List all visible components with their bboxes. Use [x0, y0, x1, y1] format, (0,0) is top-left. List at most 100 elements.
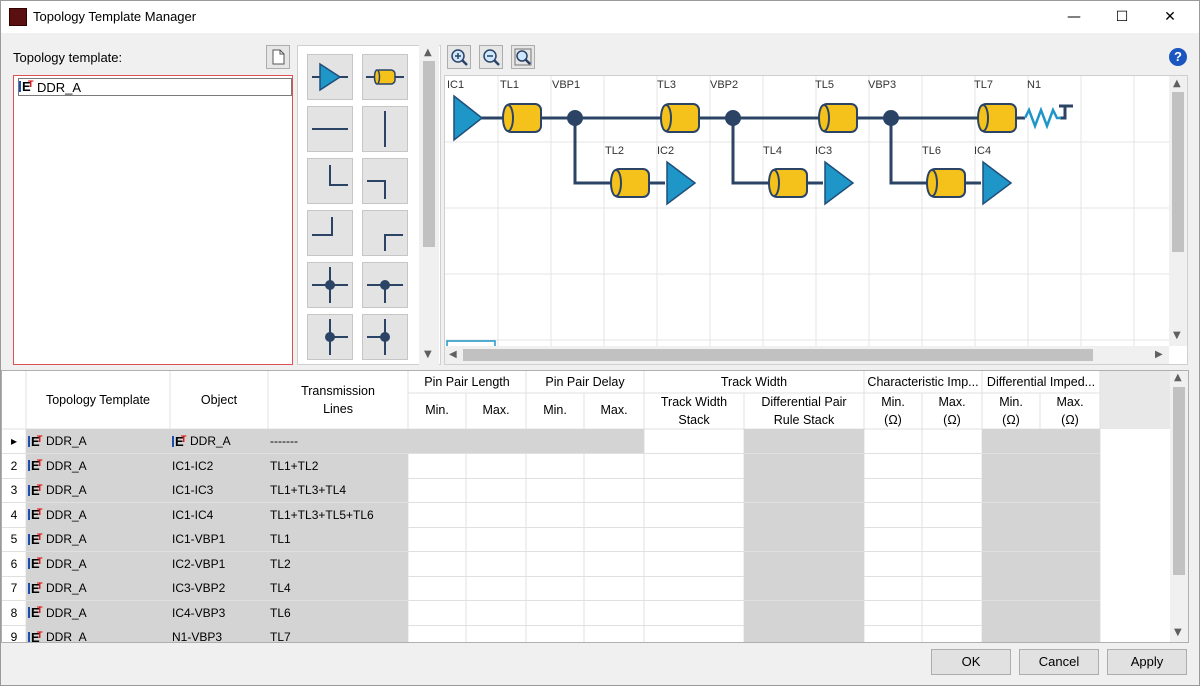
cell-topology-template[interactable]: E T DDR_A: [26, 478, 170, 502]
cell-transmission-lines[interactable]: TL7: [268, 625, 408, 642]
cell-transmission-lines[interactable]: TL6: [268, 600, 408, 625]
cell-object[interactable]: IC3-VBP2: [170, 576, 268, 600]
col-object[interactable]: Object: [170, 371, 268, 429]
new-template-button[interactable]: [266, 45, 290, 69]
palette-scroll-thumb[interactable]: [423, 61, 435, 247]
palette-scrollbar[interactable]: ▲ ▼: [419, 45, 439, 365]
close-button[interactable]: ✕: [1147, 1, 1193, 33]
maximize-button[interactable]: ☐: [1099, 1, 1145, 33]
cell-differential-impedance[interactable]: [982, 576, 1100, 600]
cell-diff-pair-rule-stack[interactable]: [744, 502, 864, 527]
row-number: 5: [2, 527, 26, 551]
cell-diff-pair-rule-stack[interactable]: [744, 576, 864, 600]
zoom-in-button[interactable]: [447, 45, 471, 69]
cell-differential-impedance[interactable]: [982, 625, 1100, 642]
cell-object[interactable]: IC4-VBP3: [170, 600, 268, 625]
cell-object[interactable]: IC2-VBP1: [170, 551, 268, 576]
col-ppl-max[interactable]: Max.: [466, 397, 526, 423]
zoom-fit-button[interactable]: [511, 45, 535, 69]
cell-differential-impedance[interactable]: [982, 453, 1100, 478]
cell-diff-pair-rule-stack[interactable]: [744, 478, 864, 502]
cell-transmission-lines[interactable]: TL1+TL2: [268, 453, 408, 478]
palette-tee-left-junction[interactable]: [362, 314, 408, 360]
col-pin-pair-length[interactable]: Pin Pair Length: [408, 371, 526, 393]
cell-differential-impedance[interactable]: [982, 600, 1100, 625]
cell-topology-template[interactable]: E T DDR_A: [26, 429, 170, 453]
cell-differential-impedance[interactable]: [982, 527, 1100, 551]
col-track-width[interactable]: Track Width: [644, 371, 864, 393]
cell-topology-template[interactable]: E T DDR_A: [26, 527, 170, 551]
col-ppd-max[interactable]: Max.: [584, 397, 644, 423]
cell-diff-pair-rule-stack[interactable]: [744, 551, 864, 576]
canvas-hscroll-thumb[interactable]: [463, 349, 1093, 361]
template-tree[interactable]: ET DDR_A: [13, 75, 293, 365]
col-differential-impedance[interactable]: Differential Imped...: [982, 371, 1100, 393]
col-di-max[interactable]: Max. (Ω): [1040, 393, 1100, 429]
palette-horizontal-line[interactable]: [307, 106, 353, 152]
col-di-min[interactable]: Min. (Ω): [982, 393, 1040, 429]
cell-object[interactable]: IC1-VBP1: [170, 527, 268, 551]
cancel-button[interactable]: Cancel: [1019, 649, 1099, 675]
cell-diff-pair-rule-stack[interactable]: [744, 527, 864, 551]
col-transmission-lines[interactable]: Transmission Lines: [268, 371, 408, 429]
palette-tee-down-junction[interactable]: [362, 262, 408, 308]
cell-transmission-lines[interactable]: TL1+TL3+TL4: [268, 478, 408, 502]
palette-corner-bottom-left[interactable]: [307, 158, 353, 204]
cell-transmission-lines[interactable]: TL4: [268, 576, 408, 600]
cell-object[interactable]: N1-VBP3: [170, 625, 268, 642]
cell-differential-impedance[interactable]: [982, 551, 1100, 576]
cell-topology-template[interactable]: E T DDR_A: [26, 576, 170, 600]
col-ci-max[interactable]: Max. (Ω): [922, 393, 982, 429]
cell-transmission-lines[interactable]: -------: [268, 429, 408, 453]
cell-object[interactable]: E T DDR_A: [170, 429, 268, 453]
palette-corner-top-left[interactable]: [307, 210, 353, 256]
cell-object[interactable]: IC1-IC3: [170, 478, 268, 502]
palette-vertical-line[interactable]: [362, 106, 408, 152]
cell-diff-pair-rule-stack[interactable]: [744, 453, 864, 478]
palette-ic-driver[interactable]: [307, 54, 353, 100]
palette-transmission-line[interactable]: [362, 54, 408, 100]
col-ppd-min[interactable]: Min.: [526, 397, 584, 423]
tree-item-ddr-a[interactable]: ET DDR_A: [18, 78, 292, 96]
cell-topology-template[interactable]: E T DDR_A: [26, 625, 170, 642]
col-ci-min[interactable]: Min. (Ω): [864, 393, 922, 429]
cell-topology-template[interactable]: E T DDR_A: [26, 453, 170, 478]
cell-transmission-lines[interactable]: TL1: [268, 527, 408, 551]
cell-diff-pair-rule-stack[interactable]: [744, 429, 864, 453]
grid-vscroll-thumb[interactable]: [1173, 387, 1185, 575]
col-characteristic-impedance[interactable]: Characteristic Imp...: [864, 371, 982, 393]
cell-differential-impedance[interactable]: [982, 502, 1100, 527]
col-pin-pair-delay[interactable]: Pin Pair Delay: [526, 371, 644, 393]
apply-button[interactable]: Apply: [1107, 649, 1187, 675]
col-diff-pair-rule-stack[interactable]: Differential Pair Rule Stack: [744, 393, 864, 429]
cell-object[interactable]: IC1-IC4: [170, 502, 268, 527]
cell-differential-impedance[interactable]: [982, 478, 1100, 502]
topology-canvas[interactable]: IC1 TL1 VBP1 TL3 VBP2 TL5 VBP3 TL7 N1 TL…: [444, 75, 1188, 365]
cell-topology-template[interactable]: E T DDR_A: [26, 502, 170, 527]
ok-button[interactable]: OK: [931, 649, 1011, 675]
zoom-out-button[interactable]: [479, 45, 503, 69]
col-track-width-stack[interactable]: Track Width Stack: [644, 393, 744, 429]
col-ppl-min[interactable]: Min.: [408, 397, 466, 423]
canvas-vertical-scrollbar[interactable]: ▲ ▼: [1169, 76, 1187, 346]
cell-pin-pair-values[interactable]: [408, 429, 644, 453]
cell-diff-pair-rule-stack[interactable]: [744, 600, 864, 625]
cell-topology-template[interactable]: E T DDR_A: [26, 551, 170, 576]
cell-differential-impedance[interactable]: [982, 429, 1100, 453]
cell-transmission-lines[interactable]: TL1+TL3+TL5+TL6: [268, 502, 408, 527]
col-topology-template[interactable]: Topology Template: [26, 371, 170, 429]
canvas-vscroll-thumb[interactable]: [1172, 92, 1184, 252]
palette-tee-junction[interactable]: [307, 262, 353, 308]
canvas-horizontal-scrollbar[interactable]: ◀ ▶: [445, 346, 1169, 364]
label-tl4: TL4: [763, 145, 782, 157]
minimize-button[interactable]: —: [1051, 1, 1097, 33]
grid-vertical-scrollbar[interactable]: ▲ ▼: [1170, 371, 1188, 642]
palette-corner-bottom-right[interactable]: [362, 210, 408, 256]
cell-object[interactable]: IC1-IC2: [170, 453, 268, 478]
help-icon[interactable]: ?: [1169, 48, 1187, 66]
palette-tee-right-junction[interactable]: [307, 314, 353, 360]
cell-topology-template[interactable]: E T DDR_A: [26, 600, 170, 625]
palette-corner-top-right[interactable]: [362, 158, 408, 204]
cell-transmission-lines[interactable]: TL2: [268, 551, 408, 576]
cell-diff-pair-rule-stack[interactable]: [744, 625, 864, 642]
